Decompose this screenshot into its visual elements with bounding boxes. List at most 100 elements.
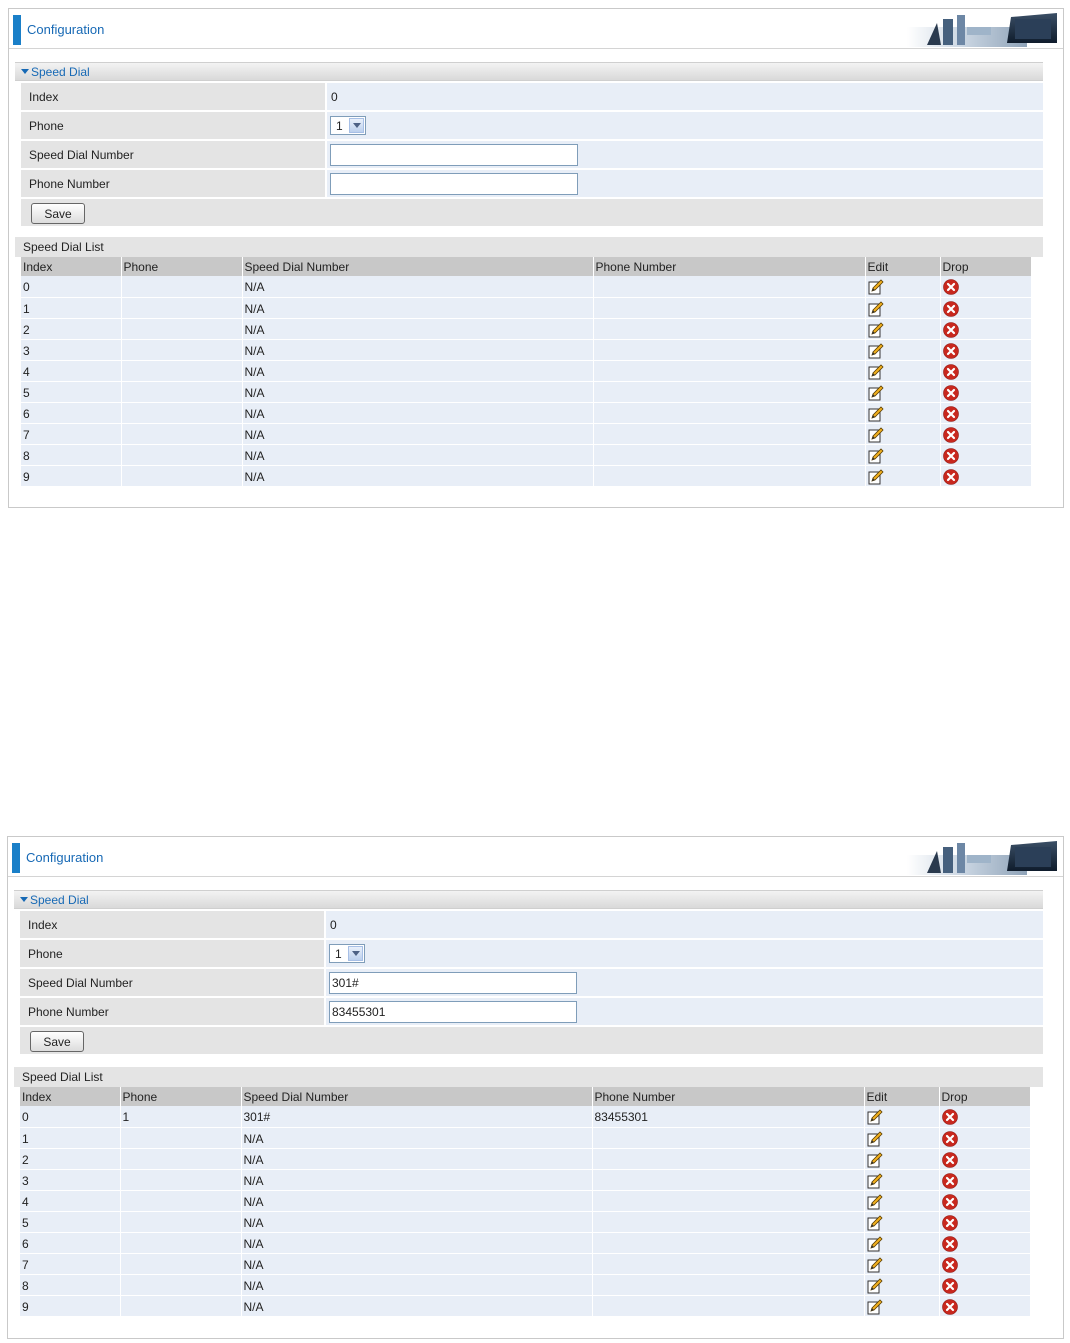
- drop-x-icon[interactable]: [941, 1193, 958, 1210]
- row-speed-dial-number: N/A: [241, 1148, 593, 1170]
- table-row: 8 N/A: [20, 1274, 1031, 1296]
- row-phone: [121, 276, 243, 298]
- row-drop-cell: [940, 465, 1032, 487]
- drop-x-icon[interactable]: [942, 279, 959, 296]
- edit-pencil-icon[interactable]: [868, 321, 884, 338]
- row-index: 2: [21, 318, 122, 340]
- row-index: 5: [21, 381, 122, 403]
- phone-select[interactable]: 1: [330, 116, 366, 135]
- chevron-down-icon: [353, 123, 361, 128]
- edit-pencil-icon[interactable]: [867, 1151, 883, 1168]
- table-row: 7 N/A: [21, 423, 1032, 445]
- row-phone-number: [592, 1274, 865, 1296]
- edit-pencil-icon[interactable]: [867, 1172, 883, 1189]
- drop-x-icon[interactable]: [941, 1214, 958, 1231]
- row-speed-dial-number: N/A: [242, 276, 594, 298]
- row-phone: [120, 1274, 242, 1296]
- phone-select-value: 1: [335, 947, 342, 961]
- phone-number-input[interactable]: [329, 1001, 577, 1023]
- drop-x-icon[interactable]: [942, 426, 959, 443]
- edit-pencil-icon[interactable]: [867, 1109, 883, 1125]
- drop-x-icon[interactable]: [941, 1109, 958, 1126]
- save-button[interactable]: Save: [31, 203, 85, 224]
- row-edit-cell: [865, 465, 941, 487]
- drop-x-icon[interactable]: [941, 1130, 958, 1147]
- row-phone: [120, 1148, 242, 1170]
- phone-number-input[interactable]: [330, 173, 578, 195]
- speed-dial-table: Index Phone Speed Dial Number Phone Numb…: [21, 257, 1032, 487]
- table-row: 6 N/A: [21, 402, 1032, 424]
- phone-number-cell: [326, 998, 1043, 1025]
- row-phone-number: [593, 339, 866, 361]
- column-header-drop: Drop: [939, 1087, 1031, 1106]
- row-index: 6: [20, 1232, 121, 1254]
- drop-x-icon[interactable]: [942, 342, 959, 359]
- edit-pencil-icon[interactable]: [868, 468, 884, 485]
- edit-pencil-icon[interactable]: [867, 1256, 883, 1273]
- row-phone-number: [592, 1169, 865, 1191]
- phone-select[interactable]: 1: [329, 944, 365, 963]
- form-row-phone-number: Phone Number: [15, 169, 1043, 198]
- edit-pencil-icon[interactable]: [867, 1193, 883, 1210]
- row-edit-cell: [864, 1148, 940, 1170]
- row-phone-number: [592, 1295, 865, 1317]
- edit-pencil-icon[interactable]: [868, 363, 884, 380]
- edit-pencil-icon[interactable]: [868, 342, 884, 359]
- row-phone-number: [593, 318, 866, 340]
- speed-dial-number-input[interactable]: [330, 144, 578, 166]
- drop-x-icon[interactable]: [941, 1151, 958, 1168]
- speed-dial-section-title: Speed Dial: [31, 65, 90, 79]
- form-row-speed-dial-number: Speed Dial Number: [15, 140, 1043, 169]
- row-drop-cell: [940, 339, 1032, 361]
- drop-x-icon[interactable]: [942, 363, 959, 380]
- edit-pencil-icon[interactable]: [868, 384, 884, 401]
- edit-pencil-icon[interactable]: [868, 300, 884, 317]
- drop-x-icon[interactable]: [942, 321, 959, 338]
- collapse-triangle-icon[interactable]: [21, 69, 29, 74]
- edit-pencil-icon[interactable]: [867, 1298, 883, 1315]
- drop-x-icon[interactable]: [941, 1172, 958, 1189]
- edit-pencil-icon[interactable]: [867, 1277, 883, 1294]
- row-drop-cell: [939, 1106, 1031, 1128]
- phone-select-value: 1: [336, 119, 343, 133]
- row-edit-cell: [864, 1295, 940, 1317]
- collapse-triangle-icon[interactable]: [20, 897, 28, 902]
- drop-x-icon[interactable]: [942, 405, 959, 422]
- drop-x-icon[interactable]: [942, 468, 959, 485]
- index-label: Index: [20, 911, 324, 938]
- row-phone: [121, 465, 243, 487]
- table-header-row: Index Phone Speed Dial Number Phone Numb…: [20, 1087, 1031, 1106]
- speed-dial-section-bar[interactable]: Speed Dial: [14, 890, 1043, 909]
- phone-select-dropdown-button[interactable]: [349, 118, 364, 133]
- speed-dial-number-input[interactable]: [329, 972, 577, 994]
- row-speed-dial-number: N/A: [242, 318, 594, 340]
- header-accent-bar: [13, 15, 21, 45]
- edit-pencil-icon[interactable]: [867, 1214, 883, 1231]
- row-edit-cell: [865, 402, 941, 424]
- drop-x-icon[interactable]: [941, 1277, 958, 1294]
- edit-pencil-icon[interactable]: [868, 279, 884, 295]
- row-index: 5: [20, 1211, 121, 1233]
- edit-pencil-icon[interactable]: [867, 1130, 883, 1147]
- row-index: 9: [20, 1295, 121, 1317]
- row-speed-dial-number: N/A: [242, 381, 594, 403]
- drop-x-icon[interactable]: [941, 1256, 958, 1273]
- edit-pencil-icon[interactable]: [867, 1235, 883, 1252]
- edit-pencil-icon[interactable]: [868, 447, 884, 464]
- drop-x-icon[interactable]: [942, 384, 959, 401]
- edit-pencil-icon[interactable]: [868, 426, 884, 443]
- drop-x-icon[interactable]: [942, 300, 959, 317]
- edit-pencil-icon[interactable]: [868, 405, 884, 422]
- row-speed-dial-number: N/A: [241, 1190, 593, 1212]
- row-index: 9: [21, 465, 122, 487]
- row-phone-number: 83455301: [592, 1106, 865, 1128]
- row-edit-cell: [865, 318, 941, 340]
- drop-x-icon[interactable]: [941, 1298, 958, 1315]
- drop-x-icon[interactable]: [941, 1235, 958, 1252]
- row-speed-dial-number: N/A: [242, 465, 594, 487]
- table-row: 1 N/A: [20, 1127, 1031, 1149]
- save-button[interactable]: Save: [30, 1031, 84, 1052]
- phone-select-dropdown-button[interactable]: [348, 946, 363, 961]
- drop-x-icon[interactable]: [942, 447, 959, 464]
- speed-dial-section-bar[interactable]: Speed Dial: [15, 62, 1043, 81]
